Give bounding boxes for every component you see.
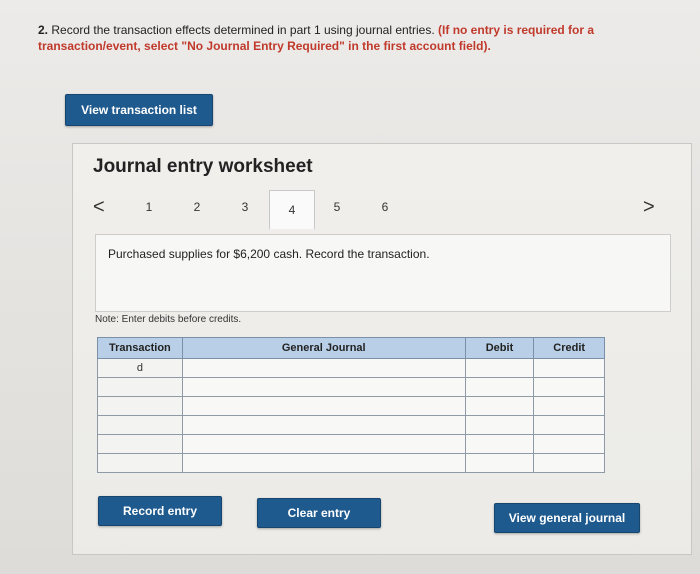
account-input[interactable] (181, 415, 466, 435)
debit-input[interactable] (464, 434, 535, 454)
question-number: 2. (38, 23, 49, 37)
journal-entry-worksheet: Journal entry worksheet < 1 2 3 4 5 6 > … (72, 143, 692, 555)
record-entry-button[interactable]: Record entry (98, 496, 222, 526)
account-input[interactable] (181, 377, 466, 397)
worksheet-title: Journal entry worksheet (93, 156, 313, 177)
account-input[interactable] (181, 358, 466, 378)
debit-credit-note: Note: Enter debits before credits. (95, 314, 242, 325)
credit-input[interactable] (533, 377, 605, 397)
transaction-cell (97, 415, 183, 435)
tab-2[interactable]: 2 (175, 192, 219, 222)
account-input[interactable] (181, 453, 466, 473)
view-transaction-list-button[interactable]: View transaction list (65, 94, 213, 126)
next-arrow-icon[interactable]: > (643, 196, 655, 219)
question-header: 2. Record the transaction effects determ… (38, 22, 638, 54)
transaction-cell (97, 396, 183, 416)
journal-table: Transaction General Journal Debit Credit… (97, 337, 605, 473)
table-row (97, 377, 605, 397)
tab-3[interactable]: 3 (223, 192, 267, 222)
debit-input[interactable] (464, 396, 535, 416)
tab-4[interactable]: 4 (269, 190, 315, 229)
transaction-cell: d (97, 358, 183, 378)
column-debit: Debit (464, 337, 535, 359)
question-instruction: Record the transaction effects determine… (51, 23, 435, 37)
credit-input[interactable] (533, 415, 605, 435)
view-general-journal-button[interactable]: View general journal (494, 503, 640, 533)
tab-5[interactable]: 5 (315, 192, 359, 222)
credit-input[interactable] (533, 453, 605, 473)
column-credit: Credit (533, 337, 605, 359)
credit-input[interactable] (533, 396, 605, 416)
debit-input[interactable] (464, 377, 535, 397)
debit-input[interactable] (464, 453, 535, 473)
column-general-journal: General Journal (181, 337, 466, 359)
column-transaction: Transaction (97, 337, 183, 359)
table-row (97, 396, 605, 416)
transaction-cell (97, 434, 183, 454)
tab-1[interactable]: 1 (127, 192, 171, 222)
prev-arrow-icon[interactable]: < (93, 196, 105, 219)
transaction-cell (97, 453, 183, 473)
debit-input[interactable] (464, 358, 535, 378)
transaction-cell (97, 377, 183, 397)
credit-input[interactable] (533, 434, 605, 454)
tab-6[interactable]: 6 (363, 192, 407, 222)
table-row: d (97, 358, 605, 378)
table-row (97, 434, 605, 454)
credit-input[interactable] (533, 358, 605, 378)
table-row (97, 453, 605, 473)
clear-entry-button[interactable]: Clear entry (257, 498, 381, 528)
account-input[interactable] (181, 434, 466, 454)
transaction-description-box: Purchased supplies for $6,200 cash. Reco… (95, 234, 671, 312)
worksheet-tabs: < 1 2 3 4 5 6 > (87, 190, 677, 229)
table-row (97, 415, 605, 435)
account-input[interactable] (181, 396, 466, 416)
debit-input[interactable] (464, 415, 535, 435)
transaction-description: Purchased supplies for $6,200 cash. Reco… (108, 247, 430, 261)
